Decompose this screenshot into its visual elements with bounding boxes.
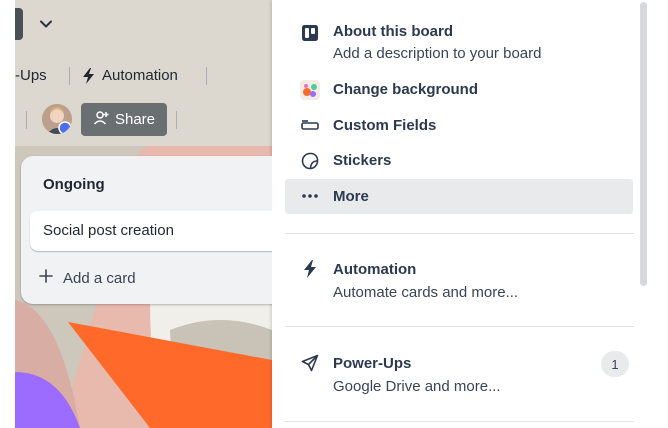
- lightning-icon: [82, 68, 96, 89]
- board-canvas: -Ups Automation Share Ongoing Social pos…: [0, 0, 272, 428]
- chevron-down-icon[interactable]: [34, 12, 58, 36]
- custom-fields-icon: [300, 116, 320, 136]
- menu-item-title: Automation: [333, 261, 417, 278]
- add-member-icon: [93, 110, 109, 130]
- rocket-icon: [300, 353, 320, 373]
- menu-item-title: Custom Fields: [333, 117, 437, 134]
- card[interactable]: Social post creation: [30, 211, 272, 251]
- menu-divider: [285, 326, 634, 327]
- card-title: Social post creation: [43, 222, 174, 239]
- add-card-button[interactable]: Add a card: [39, 269, 136, 287]
- toolbar-divider: [69, 67, 70, 85]
- menu-item-power-ups[interactable]: Power-Ups Google Drive and more...: [285, 344, 633, 400]
- menu-item-more[interactable]: More: [285, 179, 633, 214]
- menu-item-subtitle: Add a description to your board: [333, 45, 542, 62]
- menu-item-stickers[interactable]: Stickers: [285, 147, 633, 175]
- toolbar-divider: [26, 111, 27, 129]
- sticker-icon: [300, 151, 320, 171]
- plus-icon: [39, 269, 53, 287]
- menu-item-title: Power-Ups: [333, 355, 412, 372]
- add-card-label: Add a card: [63, 269, 136, 287]
- toolbar-divider: [176, 111, 177, 129]
- automation-label: Automation: [102, 67, 178, 84]
- palette-icon: [300, 80, 320, 100]
- menu-item-subtitle: Automate cards and more...: [333, 284, 519, 301]
- window-edge: [0, 0, 15, 428]
- share-button[interactable]: Share: [81, 103, 167, 136]
- menu-item-custom-fields[interactable]: Custom Fields: [285, 112, 633, 140]
- menu-divider: [285, 421, 634, 422]
- powerups-button[interactable]: -Ups: [15, 67, 47, 84]
- lightning-icon: [300, 259, 320, 279]
- avatar[interactable]: [42, 104, 72, 134]
- menu-item-title: About this board: [333, 23, 453, 40]
- power-ups-count-badge: 1: [601, 351, 629, 377]
- menu-item-about-board[interactable]: About this board Add a description to yo…: [285, 14, 633, 66]
- menu-divider: [285, 233, 634, 234]
- board-icon: [300, 23, 320, 43]
- list-title[interactable]: Ongoing: [43, 176, 105, 193]
- workspace-chip[interactable]: [15, 8, 23, 40]
- more-icon: [300, 186, 320, 206]
- scrollbar[interactable]: [640, 2, 647, 286]
- menu-item-title: More: [333, 188, 369, 205]
- share-label: Share: [114, 111, 156, 128]
- menu-item-title: Stickers: [333, 152, 392, 169]
- list-ongoing: Ongoing Social post creation Add a card: [21, 156, 272, 304]
- board-menu-panel: About this board Add a description to yo…: [272, 0, 668, 428]
- menu-item-subtitle: Google Drive and more...: [333, 378, 501, 395]
- menu-item-automation[interactable]: Automation Automate cards and more...: [285, 250, 633, 306]
- menu-item-title: Change background: [333, 81, 479, 98]
- menu-item-change-background[interactable]: Change background: [285, 76, 633, 104]
- toolbar-divider: [206, 67, 207, 85]
